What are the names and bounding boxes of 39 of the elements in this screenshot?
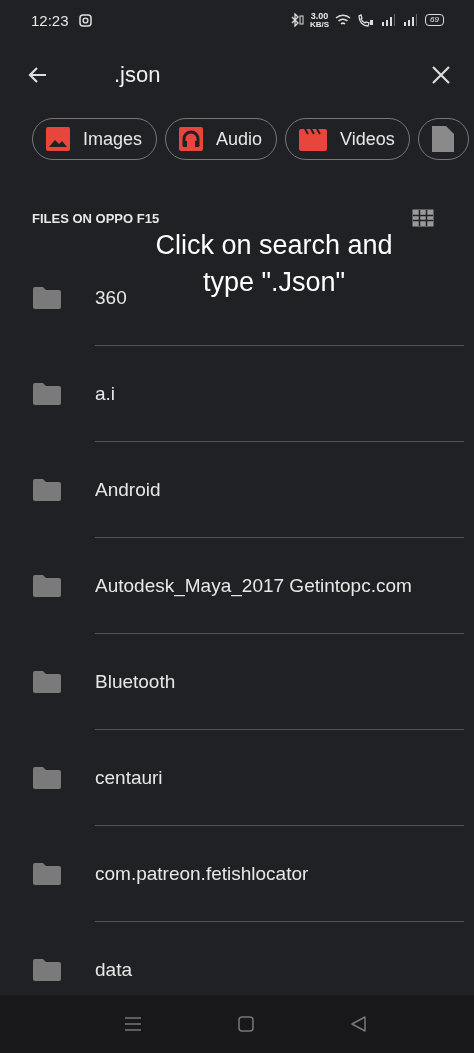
- folder-icon: [33, 959, 61, 981]
- folder-name: com.patreon.fetishlocator: [95, 863, 309, 885]
- folder-name: a.i: [95, 383, 116, 405]
- grid-icon: [412, 209, 434, 227]
- folder-icon: [33, 383, 61, 405]
- search-field[interactable]: .json: [52, 62, 428, 88]
- wifi-icon: [335, 13, 352, 27]
- camera-icon: [78, 13, 92, 27]
- folder-icon: [33, 287, 61, 309]
- clapperboard-icon: [299, 127, 328, 151]
- battery-indicator: 69: [425, 14, 444, 26]
- folder-name: 360: [95, 287, 127, 309]
- grid-view-button[interactable]: [412, 209, 434, 227]
- back-icon[interactable]: [351, 1016, 367, 1032]
- net-unit: KB/S: [309, 20, 330, 29]
- folder-icon: [33, 479, 61, 501]
- overlay-caption: Click on search and type ".Json": [154, 229, 394, 299]
- menu-icon[interactable]: [125, 1017, 141, 1031]
- folder-name: centauri: [95, 767, 163, 789]
- bluetooth-icon: [289, 13, 304, 27]
- folder-name: Autodesk_Maya_2017 Getintopc.com: [95, 575, 412, 597]
- image-icon: [46, 127, 70, 151]
- net-speed: 3.00: [310, 11, 329, 21]
- headphones-icon: [179, 127, 204, 151]
- folder-name: Bluetooth: [95, 671, 176, 693]
- folder-name: Android: [95, 479, 161, 501]
- signal-icon: [403, 14, 420, 26]
- folder-name: data: [95, 959, 132, 981]
- folder-icon: [33, 575, 61, 597]
- status-time: 12:23: [31, 11, 69, 29]
- call-icon: [357, 13, 376, 27]
- home-icon[interactable]: [238, 1016, 254, 1032]
- section-title: FILES ON OPPO F15: [32, 210, 160, 226]
- folder-icon: [33, 863, 61, 885]
- signal-icon: [381, 14, 398, 26]
- folder-icon: [33, 671, 61, 693]
- folder-icon: [33, 767, 61, 789]
- close-icon: [430, 64, 452, 86]
- document-icon: [431, 126, 454, 152]
